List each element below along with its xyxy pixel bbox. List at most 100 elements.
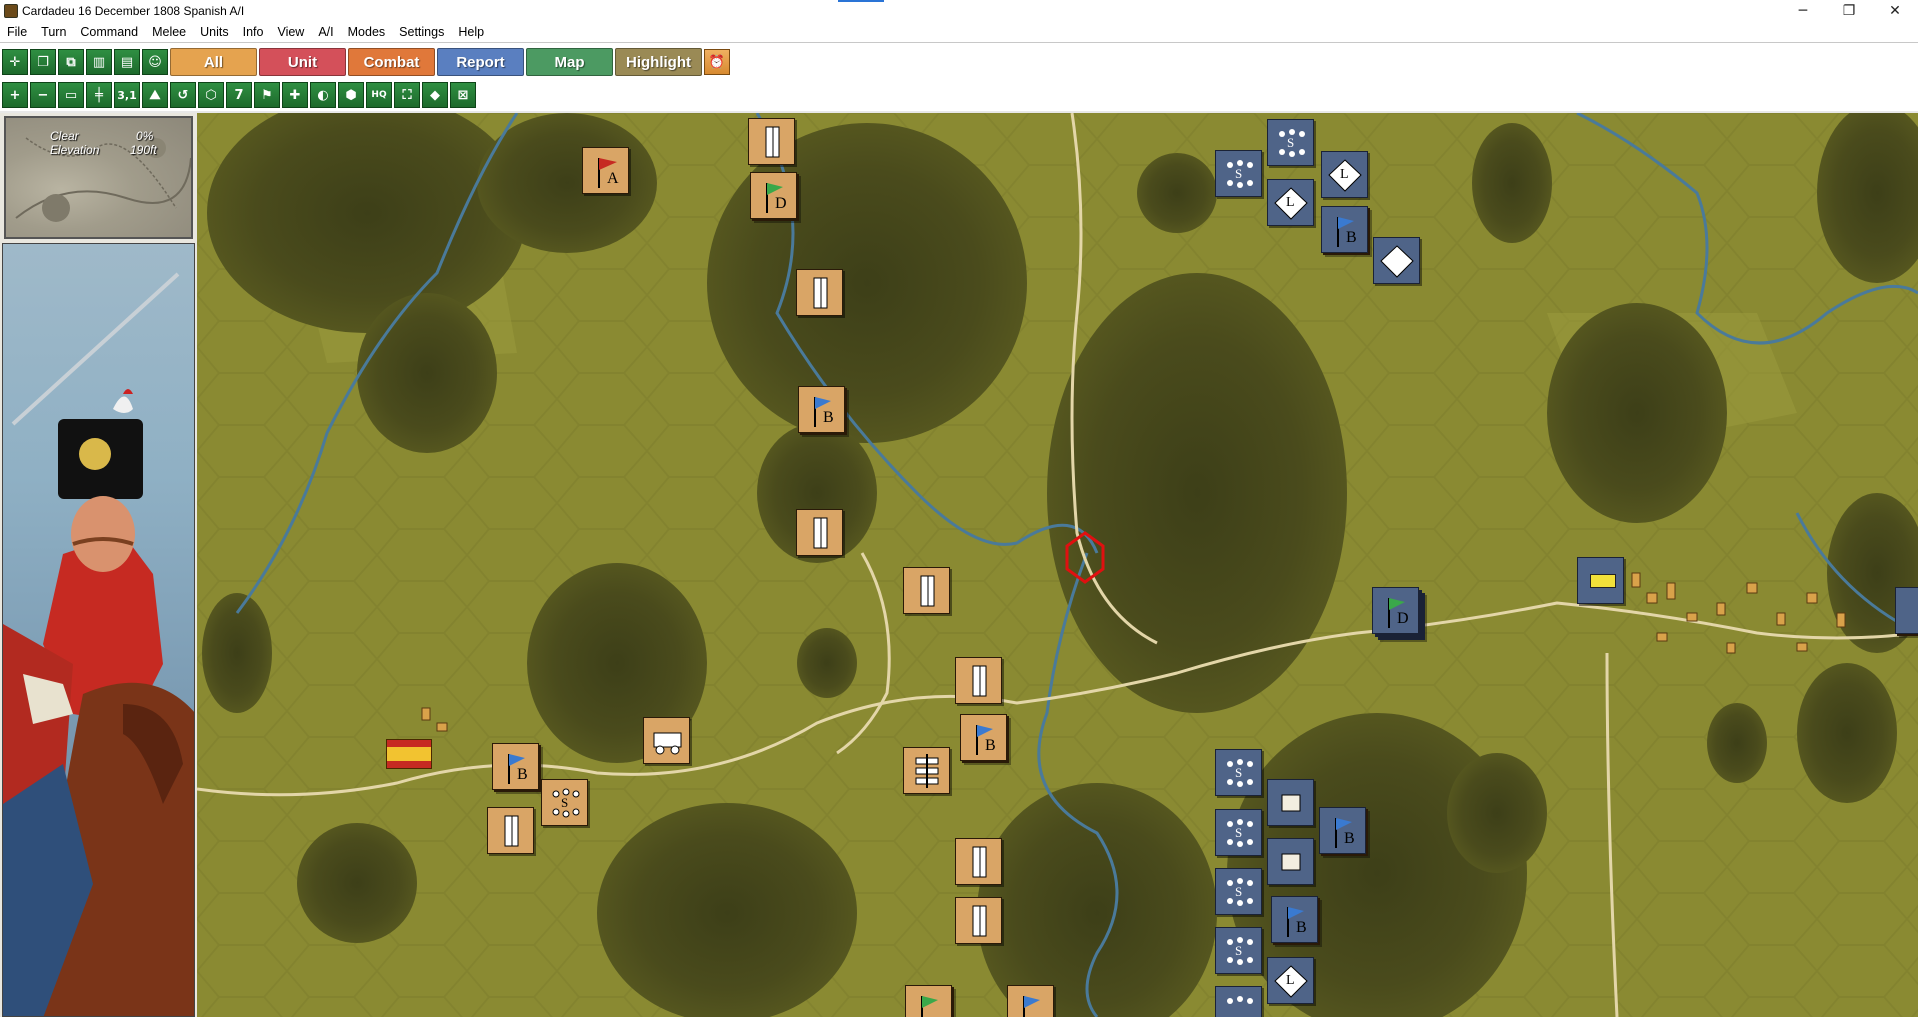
window-title: Cardadeu 16 December 1808 Spanish A/I — [22, 4, 245, 18]
cross-icon[interactable]: ✚ — [282, 82, 308, 108]
unit-label-l: L — [1286, 195, 1295, 210]
spanish-column-counter[interactable] — [796, 269, 843, 316]
tab-report[interactable]: Report — [437, 48, 524, 76]
french-flag-d-counter[interactable]: D — [1372, 587, 1419, 634]
close-button[interactable]: ✕ — [1872, 0, 1918, 22]
tab-unit[interactable]: Unit — [259, 48, 346, 76]
zoom-out-icon[interactable]: − — [30, 82, 56, 108]
title-progress-indicator — [838, 0, 884, 2]
spanish-column-counter[interactable] — [955, 838, 1002, 885]
spanish-column-counter[interactable] — [748, 118, 795, 165]
spanish-skirmish-counter[interactable]: S — [541, 779, 588, 826]
signpost-icon[interactable]: ╪ — [86, 82, 112, 108]
spanish-flag-d-counter[interactable] — [905, 985, 952, 1017]
spanish-flag-objective[interactable] — [386, 739, 432, 769]
menu-turn[interactable]: Turn — [34, 25, 73, 39]
french-leader-counter[interactable]: L — [1267, 957, 1314, 1004]
french-flag-b-counter[interactable]: B — [1271, 896, 1318, 943]
menu-modes[interactable]: Modes — [341, 25, 393, 39]
menu-view[interactable]: View — [270, 25, 311, 39]
spanish-flag-b-counter[interactable] — [1007, 985, 1054, 1017]
french-skirmish-counter[interactable]: S — [1267, 119, 1314, 166]
spanish-column-counter[interactable] — [903, 567, 950, 614]
spanish-flag-a-counter[interactable]: A — [582, 147, 629, 194]
french-edge-counter[interactable] — [1895, 587, 1918, 634]
spanish-flag-b-counter[interactable]: B — [960, 714, 1007, 761]
battle-map[interactable]: A D B B B S S S L L B D S B S S B S L — [197, 113, 1918, 1017]
unit-label-b: B — [1346, 229, 1357, 246]
close-box-icon[interactable]: ⊠ — [450, 82, 476, 108]
flag-icon[interactable]: ⚑ — [254, 82, 280, 108]
unit-label-s: S — [1235, 765, 1243, 780]
rotate-icon[interactable]: ↺ — [170, 82, 196, 108]
french-flag-b-counter[interactable]: B — [1321, 206, 1368, 253]
french-flag-b-counter[interactable]: B — [1319, 807, 1366, 854]
french-skirmish-counter[interactable]: S — [1215, 150, 1262, 197]
tab-highlight[interactable]: Highlight — [615, 48, 702, 76]
menu-settings[interactable]: Settings — [392, 25, 451, 39]
tab-combat[interactable]: Combat — [348, 48, 435, 76]
french-skirmish-counter[interactable]: S — [1215, 809, 1262, 856]
hq-button[interactable]: HQ — [366, 82, 392, 108]
alarm-clock-icon[interactable]: ⏰ — [704, 49, 730, 75]
terrain-icon[interactable]: ⛰ — [142, 82, 168, 108]
spanish-flag-d-counter[interactable]: D — [750, 172, 797, 219]
tab-map[interactable]: Map — [526, 48, 613, 76]
unit-label-b: B — [517, 766, 528, 783]
menu-command[interactable]: Command — [73, 25, 145, 39]
menu-help[interactable]: Help — [451, 25, 491, 39]
menu-info[interactable]: Info — [236, 25, 271, 39]
unit-label-s: S — [1235, 884, 1243, 899]
french-skirmish-counter[interactable]: S — [1215, 868, 1262, 915]
map-book-icon[interactable]: ▥ — [86, 49, 112, 75]
contrast-icon[interactable]: ◐ — [310, 82, 336, 108]
document-icon[interactable]: ▤ — [114, 49, 140, 75]
french-skirmish-counter[interactable]: S — [1215, 749, 1262, 796]
menu-bar: File Turn Command Melee Units Info View … — [0, 22, 1918, 43]
terrain-info-box[interactable]: Clear 0% Elevation 190ft — [4, 116, 193, 239]
spanish-column-counter[interactable] — [955, 897, 1002, 944]
menu-units[interactable]: Units — [193, 25, 235, 39]
portrait-icon[interactable]: ☺ — [142, 49, 168, 75]
french-skirmish-counter[interactable] — [1215, 986, 1262, 1017]
french-skirmish-counter[interactable]: S — [1215, 927, 1262, 974]
french-leader-counter[interactable]: L — [1321, 151, 1368, 198]
hex-grid-icon[interactable]: ⬡ — [198, 82, 224, 108]
menu-melee[interactable]: Melee — [145, 25, 193, 39]
tab-all[interactable]: All — [170, 48, 257, 76]
window-cascade-icon[interactable]: ❐ — [30, 49, 56, 75]
compass-icon[interactable]: ✛ — [2, 49, 28, 75]
toolbar-bottom: + − ▭ ╪ 3,1 ⛰ ↺ ⬡ 7 ⚑ ✚ ◐ ⬢ HQ ⛶ ◆ ⊠ — [0, 80, 476, 110]
french-commander-counter[interactable] — [1373, 237, 1420, 284]
unit-label-d: D — [775, 195, 787, 212]
spanish-flag-b-counter[interactable]: B — [492, 743, 539, 790]
spanish-flag-b-counter[interactable]: B — [798, 386, 845, 433]
number-seven-button[interactable]: 7 — [226, 82, 252, 108]
weather-label: Clear — [50, 129, 79, 143]
zoom-level-button[interactable]: 3,1 — [114, 82, 140, 108]
unit-label-d: D — [1397, 610, 1409, 627]
restore-button[interactable]: ❐ — [1826, 0, 1872, 22]
unit-label-s: S — [561, 795, 569, 810]
spanish-column-counter[interactable] — [955, 657, 1002, 704]
monitor-icon[interactable]: ▭ — [58, 82, 84, 108]
objective-marker[interactable] — [1577, 557, 1624, 604]
window-stack-icon[interactable]: ⧉ — [58, 49, 84, 75]
layers-icon[interactable]: ◆ — [422, 82, 448, 108]
fullscreen-icon[interactable]: ⛶ — [394, 82, 420, 108]
spanish-column-counter[interactable] — [796, 509, 843, 556]
spanish-supply-wagon-counter[interactable] — [643, 717, 690, 764]
hexagon-icon[interactable]: ⬢ — [338, 82, 364, 108]
unit-label-b: B — [985, 737, 996, 754]
unit-label-s: S — [1235, 825, 1243, 840]
unit-label-s: S — [1235, 943, 1243, 958]
menu-ai[interactable]: A/I — [311, 25, 340, 39]
spanish-artillery-counter[interactable] — [903, 747, 950, 794]
french-square-counter[interactable] — [1267, 838, 1314, 885]
spanish-column-counter[interactable] — [487, 807, 534, 854]
menu-file[interactable]: File — [0, 25, 34, 39]
minimize-button[interactable]: ─ — [1780, 0, 1826, 22]
french-square-counter[interactable] — [1267, 779, 1314, 826]
zoom-in-icon[interactable]: + — [2, 82, 28, 108]
french-leader-counter[interactable]: L — [1267, 179, 1314, 226]
